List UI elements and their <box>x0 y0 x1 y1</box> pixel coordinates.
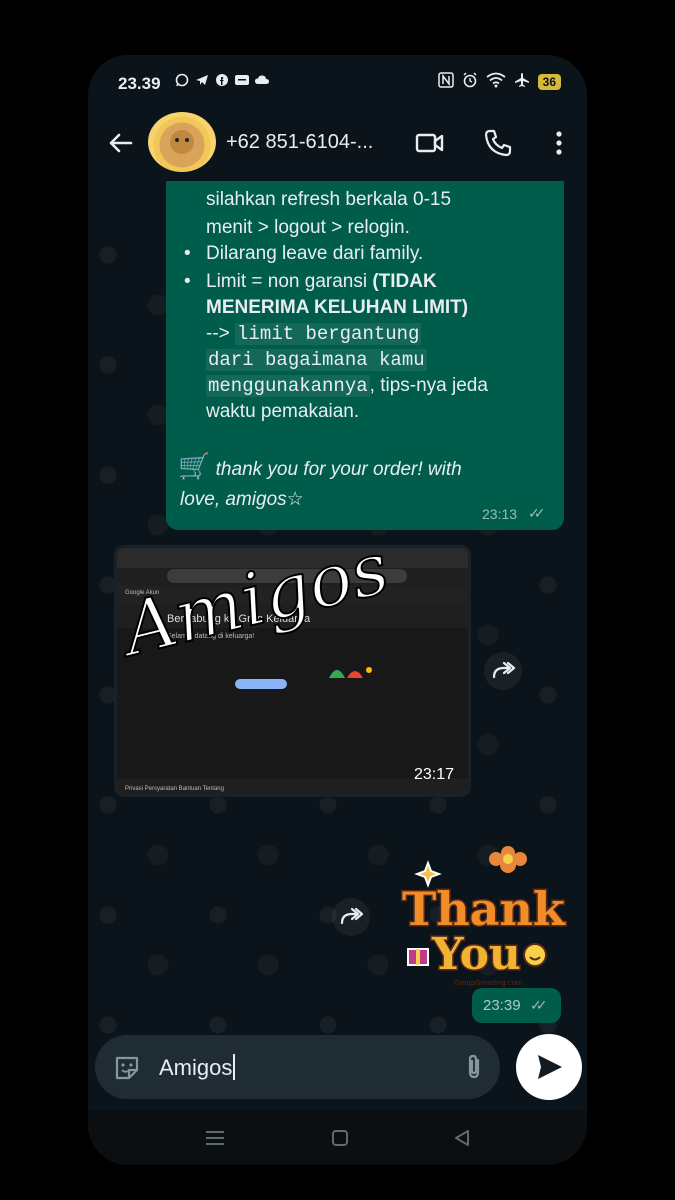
sticker-time: 23:39 <box>483 997 521 1014</box>
attach-icon[interactable] <box>459 1052 489 1087</box>
message-composer[interactable]: Amigos <box>95 1035 500 1099</box>
text-cursor <box>233 1054 236 1080</box>
message-time: 23:13 <box>482 506 518 522</box>
nfc-icon <box>437 72 454 91</box>
thanks-text: thank you for your order! with <box>210 459 462 480</box>
back-arrow-icon[interactable] <box>106 128 136 158</box>
status-time: 23.39 <box>118 74 161 93</box>
arrow-text: --> <box>206 323 230 344</box>
sticker-smiley-icon <box>523 943 547 967</box>
message-line-bold: MENERIMA KELUHAN LIMIT) <box>206 297 469 318</box>
whatsapp-icon <box>174 73 189 88</box>
thanks-text: love, amigos <box>180 489 287 510</box>
screenshot-footer: Privasi Persyaratan Bantuan Tentang <box>125 786 224 792</box>
message-input[interactable]: Amigos <box>159 1054 236 1081</box>
avatar-eye <box>185 138 189 142</box>
message-bubble-outgoing[interactable]: silahkan refresh berkala 0-15 menit > lo… <box>166 181 564 530</box>
message-line: --> limit bergantung <box>206 321 422 347</box>
sticker-credit: GroupGreeting.com <box>454 979 523 987</box>
telegram-icon <box>194 73 209 88</box>
message-line: love, amigos☆ <box>180 487 304 513</box>
battery-icon: 36 <box>537 73 561 90</box>
tips-text: , tips-nya jeda <box>369 375 488 396</box>
status-bar: 23.39 36 <box>88 55 587 111</box>
cloud-icon <box>254 73 269 88</box>
sticker-thank: Thank <box>402 882 566 936</box>
system-navigation-bar <box>88 1110 587 1165</box>
message-input-text: Amigos <box>159 1055 233 1080</box>
wifi-icon <box>486 72 506 91</box>
contact-name[interactable]: +62 851-6104-... <box>226 131 373 154</box>
monospace-text: dari bagaimana kamu <box>206 349 427 371</box>
facebook-icon <box>214 73 229 88</box>
avatar-eye <box>175 138 179 142</box>
status-app-icons <box>174 73 269 88</box>
home-icon[interactable] <box>330 1128 350 1153</box>
message-line: 🛒 thank you for your order! with <box>178 453 462 483</box>
alarm-icon <box>462 72 478 91</box>
read-receipt-icon: ✓✓ <box>530 997 548 1013</box>
send-icon <box>538 1055 562 1079</box>
message-line: menit > logout > relogin. <box>206 217 410 238</box>
status-system-icons: 36 <box>437 72 561 91</box>
message-line: waktu pemakaian. <box>206 401 360 422</box>
more-options-icon[interactable] <box>543 127 575 159</box>
sticker-picker-icon[interactable] <box>112 1053 142 1088</box>
sticker-gift-icon <box>407 948 429 966</box>
forward-icon[interactable] <box>484 652 522 690</box>
read-receipt-icon: ✓✓ <box>528 505 546 521</box>
image-time: 23:17 <box>413 766 454 783</box>
chat-header: +62 851-6104-... <box>88 111 587 181</box>
back-nav-icon[interactable] <box>452 1128 472 1153</box>
send-button[interactable] <box>516 1034 582 1100</box>
join-button <box>235 679 287 689</box>
monospace-text: menggunakannya <box>206 375 370 397</box>
bullet-dot: • <box>184 243 191 264</box>
voice-call-icon[interactable] <box>482 127 514 159</box>
message-line: Limit = non garansi (TIDAK <box>206 269 437 295</box>
limit-text: Limit = non garansi <box>206 271 373 292</box>
notification-box-icon <box>234 73 249 88</box>
cart-emoji: 🛒 <box>178 451 211 481</box>
message-line: Dilarang leave dari family. <box>206 243 424 264</box>
phone-screen: 23.39 36 +62 851-6104-... silahkan refre… <box>88 55 587 1165</box>
monospace-text: limit bergantung <box>235 323 422 345</box>
contact-avatar[interactable] <box>148 112 216 172</box>
limit-warning-bold: (TIDAK <box>372 271 437 292</box>
message-line: menggunakannya, tips-nya jeda <box>206 373 488 399</box>
star-icon: ☆ <box>286 489 304 510</box>
video-call-icon[interactable] <box>414 127 446 159</box>
avatar-dog-face <box>170 130 194 154</box>
bullet-dot: • <box>184 271 191 292</box>
sticker-flower-icon <box>489 846 527 873</box>
message-line: silahkan refresh berkala 0-15 <box>206 189 452 210</box>
recent-apps-icon[interactable] <box>204 1128 226 1153</box>
airplane-icon <box>514 72 530 91</box>
forward-icon[interactable] <box>332 898 370 936</box>
thank-you-sticker[interactable]: Thank You GroupGreeting.com <box>388 845 568 995</box>
sticker-time-pill: 23:39 ✓✓ <box>472 988 561 1023</box>
family-illustration <box>329 667 372 678</box>
message-line: dari bagaimana kamu <box>206 347 427 373</box>
image-message[interactable]: Google Akun Bergabung ke Grup Keluarga S… <box>114 545 471 797</box>
screenshot-image: Google Akun Bergabung ke Grup Keluarga S… <box>117 548 468 794</box>
sticker-you: You <box>431 929 521 980</box>
